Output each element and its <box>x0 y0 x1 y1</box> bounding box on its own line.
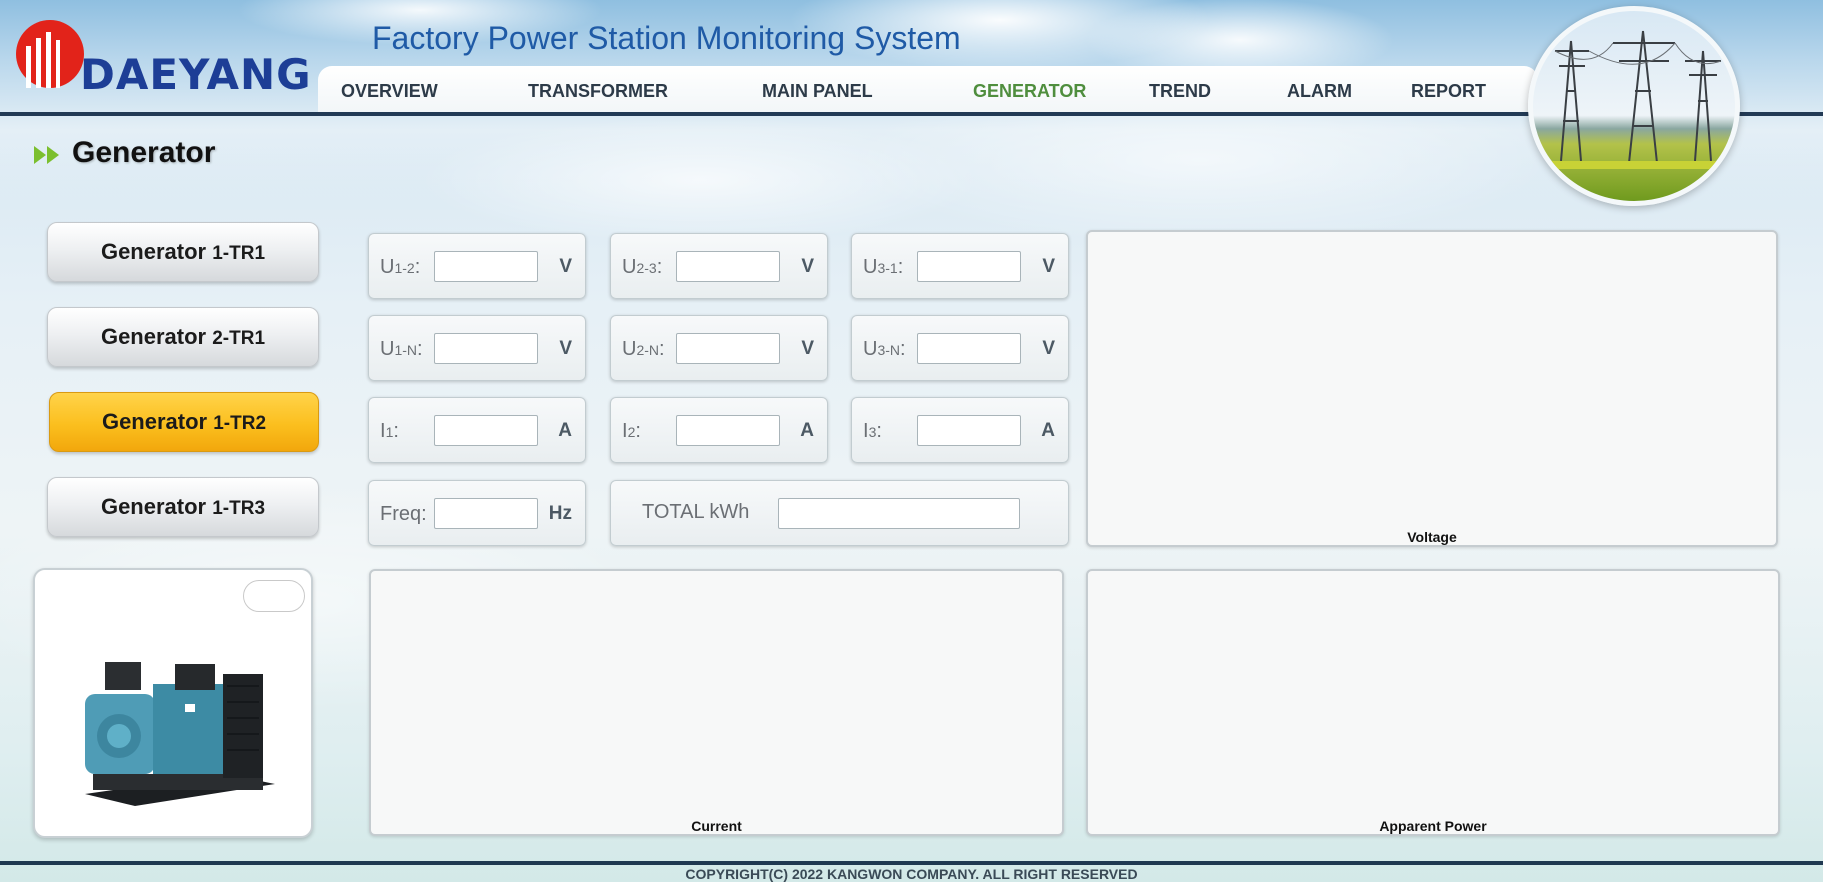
power-tower-icon <box>1533 30 1735 169</box>
freq-value <box>434 498 538 529</box>
u31-value <box>917 251 1021 282</box>
readout-label: I3: <box>863 420 882 442</box>
nav-transformer[interactable]: TRANSFORMER <box>528 81 668 102</box>
u2n-readout: U2-N: V <box>610 315 828 381</box>
readout-label: U3-1: <box>863 256 904 278</box>
generator-button-label: Generator <box>101 409 208 434</box>
generator-button-code: 1-TR3 <box>212 498 266 519</box>
u3n-readout: U3-N: V <box>851 315 1069 381</box>
apparent-power-chart-caption: Apparent Power <box>1379 818 1487 834</box>
total-kwh-value <box>778 498 1020 529</box>
readout-unit: V <box>1042 338 1055 359</box>
generator-icon <box>85 662 275 806</box>
nav-trend[interactable]: TREND <box>1149 81 1211 102</box>
readout-unit: V <box>801 338 814 359</box>
readout-label: U2-3: <box>622 256 663 278</box>
u1n-readout: U1-N: V <box>368 315 586 381</box>
readout-unit: Hz <box>548 503 572 524</box>
i2-value <box>676 415 780 446</box>
u23-value <box>676 251 780 282</box>
voltage-chart: Voltage <box>1086 230 1778 547</box>
logo-text: DAEYANG <box>80 50 312 99</box>
readout-label: U3-N: <box>863 338 906 360</box>
readout-unit: V <box>559 338 572 359</box>
nav-main-panel[interactable]: MAIN PANEL <box>762 81 873 102</box>
generator-2-tr1-button[interactable]: Generator 2-TR1 <box>47 307 319 367</box>
readout-label: U1-N: <box>380 338 423 360</box>
current-chart: Current <box>369 569 1064 836</box>
i3-readout: I3: A <box>851 397 1069 463</box>
u2n-value <box>676 333 780 364</box>
readout-label: U2-N: <box>622 338 665 360</box>
double-arrow-icon <box>34 146 59 164</box>
u12-value <box>434 251 538 282</box>
u23-readout: U2-3: V <box>610 233 828 299</box>
i1-value <box>434 415 538 446</box>
generator-1-tr3-button[interactable]: Generator 1-TR3 <box>47 477 319 537</box>
i1-readout: I1: A <box>368 397 586 463</box>
nav-generator[interactable]: GENERATOR <box>973 81 1086 102</box>
generator-button-label: Generator <box>100 324 207 349</box>
app-title: Factory Power Station Monitoring System <box>372 20 961 56</box>
nav-alarm[interactable]: ALARM <box>1287 81 1352 102</box>
i3-value <box>917 415 1021 446</box>
generator-button-code: 1-TR2 <box>213 413 267 434</box>
logo-mark-icon <box>16 20 84 88</box>
freq-readout: Freq: Hz <box>368 480 586 546</box>
readout-unit: V <box>1042 256 1055 277</box>
generator-button-label: Generator <box>100 494 207 519</box>
nav-overview[interactable]: OVERVIEW <box>341 81 438 102</box>
image-toggle[interactable] <box>243 580 305 612</box>
generator-button-code: 1-TR1 <box>212 243 266 264</box>
readout-label: TOTAL kWh <box>642 501 750 523</box>
readout-unit: A <box>800 420 814 441</box>
page-title: Generator <box>72 136 216 169</box>
generator-button-code: 2-TR1 <box>212 328 266 349</box>
readout-unit: A <box>1041 420 1055 441</box>
readout-label: U1-2: <box>380 256 421 278</box>
readout-label: I1: <box>380 420 399 442</box>
generator-button-label: Generator <box>100 239 207 264</box>
apparent-power-chart: Apparent Power <box>1086 569 1780 836</box>
u12-readout: U1-2: V <box>368 233 586 299</box>
generator-1-tr2-button[interactable]: Generator 1-TR2 <box>49 392 319 452</box>
company-logo[interactable]: DAEYANG <box>10 16 312 99</box>
nav-report[interactable]: REPORT <box>1411 81 1486 102</box>
nav-bar <box>318 66 1538 114</box>
generator-1-tr1-button[interactable]: Generator 1-TR1 <box>47 222 319 282</box>
readout-unit: V <box>801 256 814 277</box>
readout-unit: A <box>558 420 572 441</box>
u3n-value <box>917 333 1021 364</box>
power-tower-image <box>1528 6 1740 206</box>
footer-copyright: COPYRIGHT(C) 2022 KANGWON COMPANY. ALL R… <box>685 866 1138 882</box>
u31-readout: U3-1: V <box>851 233 1069 299</box>
u1n-value <box>434 333 538 364</box>
footer-divider <box>0 861 1823 865</box>
readout-label: Freq: <box>380 503 427 525</box>
current-chart-caption: Current <box>691 818 742 834</box>
generator-image-panel <box>33 568 313 838</box>
readout-unit: V <box>559 256 572 277</box>
voltage-chart-caption: Voltage <box>1407 529 1457 545</box>
i2-readout: I2: A <box>610 397 828 463</box>
readout-label: I2: <box>622 420 641 442</box>
total-kwh-readout: TOTAL kWh <box>610 480 1069 546</box>
